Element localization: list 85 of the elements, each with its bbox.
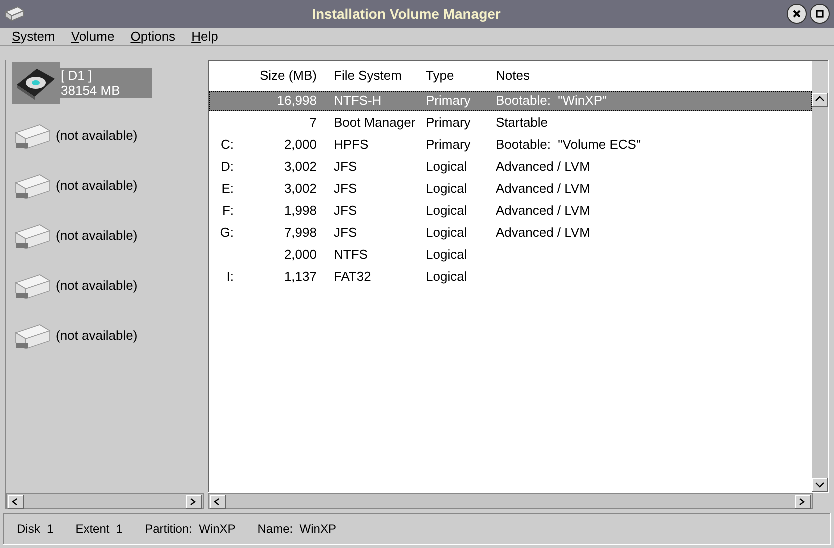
disk-item[interactable]: [ D1 ] 38154 MB — [12, 62, 204, 104]
table-row[interactable]: D: 3,002 JFS Logical Advanced / LVM — [209, 157, 812, 177]
table-cell-text: 3,002 — [283, 158, 317, 176]
vertical-scrollbar[interactable] — [812, 93, 828, 492]
table-cell-text: Bootable: "Volume ECS" — [496, 136, 642, 154]
table-cell-text: Advanced / LVM — [496, 224, 592, 242]
table-cell-text: JFS — [333, 224, 358, 242]
disk-item[interactable]: (not available) — [12, 168, 204, 204]
scroll-left-button[interactable] — [210, 495, 226, 509]
status-text: Disk 1 — [17, 521, 54, 538]
table-cell-text: HPFS — [333, 136, 370, 154]
table-cell-text: JFS — [333, 180, 358, 198]
table-cell-text: Logical — [426, 268, 468, 286]
status-text: Partition: WinXP — [145, 521, 236, 538]
close-icon — [792, 9, 802, 19]
table-cell-text: I: — [226, 268, 234, 286]
window-title: Installation Volume Manager — [312, 4, 501, 24]
table-cell-text: Logical — [426, 202, 468, 220]
table-cell-text: NTFS-H — [333, 92, 383, 110]
table-cell-text: Primary — [426, 92, 472, 110]
table-cell-text: C: — [220, 136, 234, 154]
horizontal-scrollbar[interactable] — [208, 493, 813, 509]
table-cell-text: 16,998 — [276, 92, 317, 110]
maximize-button[interactable] — [810, 4, 830, 24]
table-cell-text: Primary — [426, 136, 472, 154]
menu-item[interactable]: Options — [130, 30, 176, 43]
table-cell-text: NTFS — [333, 246, 369, 264]
column-header[interactable]: Size (MB) — [221, 66, 317, 85]
table-cell-text: 7 — [308, 114, 317, 132]
table-cell-text: Logical — [426, 180, 468, 198]
table-cell-text: Boot Manager — [333, 114, 417, 132]
table-cell-text: D: — [220, 158, 234, 176]
table-cell-text: G: — [219, 224, 234, 242]
column-header[interactable]: Notes — [496, 66, 812, 85]
table-row[interactable]: 7 Boot Manager Primary Startable — [209, 113, 812, 133]
table-cell-text: Startable — [496, 114, 550, 132]
table-cell-text: FAT32 — [333, 268, 372, 286]
square-icon — [815, 9, 825, 19]
disk-size: 38154 MB — [61, 83, 122, 98]
table-row[interactable]: G: 7,998 JFS Logical Advanced / LVM — [209, 223, 812, 243]
table-cell-text: 1,137 — [283, 268, 317, 286]
table-cell-text: 2,000 — [283, 136, 317, 154]
table-cell-text: Logical — [426, 158, 468, 176]
table-row[interactable]: 16,998 NTFS-H Primary Bootable: "WinXP" — [209, 91, 812, 111]
table-cell-text: 3,002 — [283, 180, 317, 198]
scroll-left-button[interactable] — [8, 495, 24, 509]
disk-label: [ D1 ] — [61, 68, 94, 83]
column-header[interactable]: Type — [426, 66, 496, 85]
table-row[interactable]: I: 1,137 FAT32 Logical — [209, 267, 812, 287]
scroll-right-button[interactable] — [795, 495, 811, 509]
table-cell-text: Primary — [426, 114, 472, 132]
table-cell-text: JFS — [333, 158, 358, 176]
app-icon — [4, 4, 26, 24]
table-cell-text: Advanced / LVM — [496, 180, 592, 198]
table-row[interactable]: C: 2,000 HPFS Primary Bootable: "Volume ECS" — [209, 135, 812, 155]
horizontal-scrollbar[interactable] — [6, 493, 204, 509]
table-row[interactable]: 2,000 NTFS Logical — [209, 245, 812, 265]
menu-item[interactable]: Volume — [71, 30, 115, 43]
scroll-right-button[interactable] — [186, 495, 202, 509]
disk-item[interactable]: (not available) — [12, 268, 204, 304]
menu-item[interactable]: System — [12, 30, 56, 43]
table-cell-text: 1,998 — [283, 202, 317, 220]
status-text: Extent 1 — [76, 521, 124, 538]
table-cell-text: F: — [221, 202, 234, 220]
table-cell-text: Logical — [426, 246, 468, 264]
table-cell-text: 2,000 — [283, 246, 317, 264]
table-row[interactable]: E: 3,002 JFS Logical Advanced / LVM — [209, 179, 812, 199]
disk-item[interactable]: (not available) — [12, 218, 204, 254]
table-cell-text: 7,998 — [283, 224, 317, 242]
table-cell-text: Bootable: "WinXP" — [496, 92, 608, 110]
table-row[interactable]: F: 1,998 JFS Logical Advanced / LVM — [209, 201, 812, 221]
scroll-down-button[interactable] — [812, 478, 828, 492]
column-header[interactable]: File System — [317, 66, 426, 85]
table-cell-text: Advanced / LVM — [496, 158, 592, 176]
table-cell-text: Logical — [426, 224, 468, 242]
menu-item[interactable]: Help — [192, 30, 218, 43]
chevron-down-icon — [815, 480, 825, 490]
table-cell-text: E: — [220, 180, 234, 198]
scroll-up-button[interactable] — [812, 93, 828, 107]
table-cell-text: Advanced / LVM — [496, 202, 592, 220]
disk-item[interactable]: (not available) — [12, 318, 204, 354]
disk-item[interactable]: (not available) — [12, 118, 204, 154]
status-text: Name: WinXP — [258, 521, 336, 538]
table-cell-text: JFS — [333, 202, 358, 220]
close-button[interactable] — [787, 4, 807, 24]
